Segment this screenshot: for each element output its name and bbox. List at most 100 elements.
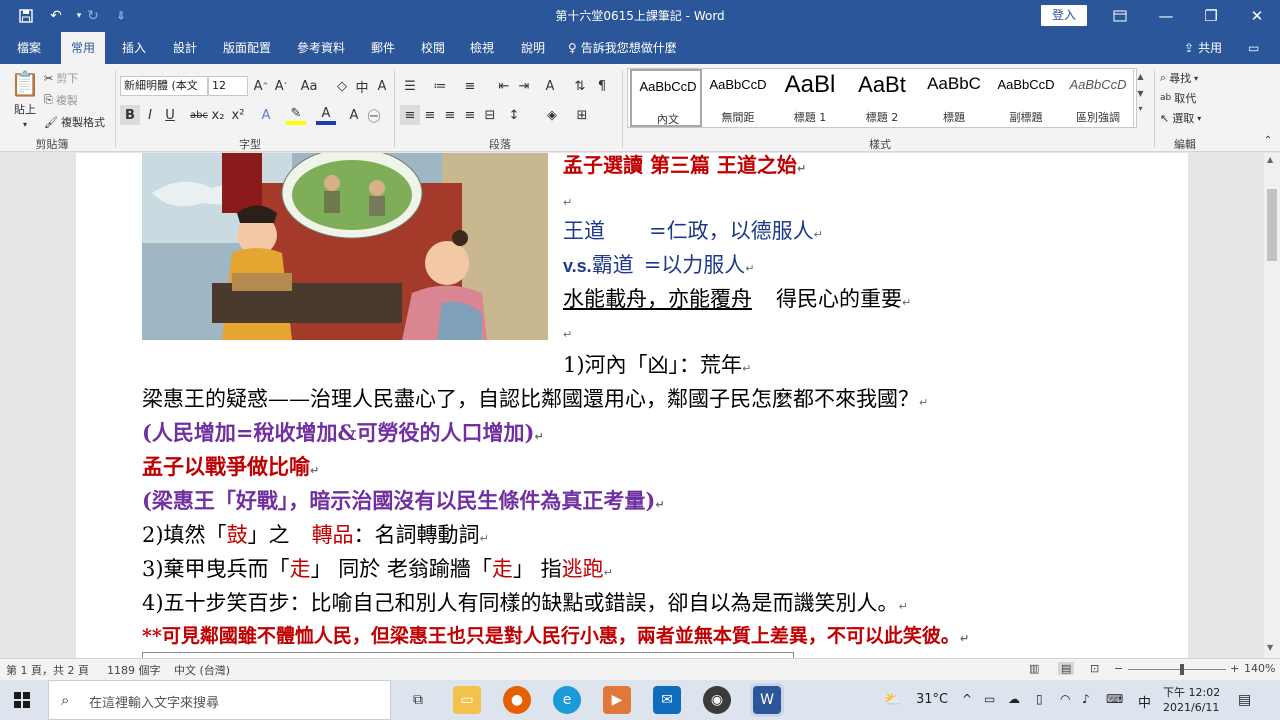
font-color-icon[interactable]: A (316, 105, 336, 125)
file-explorer-icon[interactable]: ▭ (453, 686, 481, 714)
tab-mailings[interactable]: 郵件 (361, 32, 405, 64)
replace-button[interactable]: ab 取代 (1160, 90, 1196, 106)
copy-button[interactable]: ⎘ 複製 (44, 92, 78, 108)
underline-icon[interactable]: U (160, 105, 180, 125)
enclose-char-icon[interactable]: ㊀ (364, 105, 384, 125)
align-center-icon[interactable]: ≡ (420, 105, 440, 125)
word-count[interactable]: 1189 個字 (107, 662, 161, 678)
font-name-combo[interactable]: 新細明體 (本文 (120, 76, 208, 96)
borders-icon[interactable]: ⊞ (572, 105, 592, 125)
onedrive-icon[interactable]: ☁ (1008, 692, 1020, 706)
align-left-icon[interactable]: ≡ (400, 105, 420, 125)
bullets-icon[interactable]: ☰ (400, 76, 420, 96)
tab-references[interactable]: 參考資料 (287, 32, 355, 64)
web-layout-icon[interactable]: ⊡ (1090, 662, 1099, 675)
decrease-indent-icon[interactable]: ⇤ (494, 76, 514, 96)
windows-start-icon[interactable] (14, 692, 30, 711)
page-count[interactable]: 第 1 頁，共 2 頁 (6, 662, 89, 678)
subscript-icon[interactable]: x₂ (208, 105, 228, 125)
justify-icon[interactable]: ≡ (460, 105, 480, 125)
vertical-scrollbar[interactable]: ▲ ▼ (1264, 153, 1280, 658)
zoom-slider[interactable] (1128, 664, 1226, 675)
firefox-icon[interactable]: ● (503, 686, 531, 714)
tell-me-box[interactable]: ♀ 告訴我您想做什麼 (558, 32, 687, 64)
word-taskbar-icon[interactable]: W (753, 686, 781, 714)
italic-icon[interactable]: I (140, 105, 160, 125)
collapse-ribbon-icon[interactable]: ⌃ (1258, 130, 1278, 150)
tab-help[interactable]: 說明 (511, 32, 555, 64)
tab-review[interactable]: 校閱 (411, 32, 455, 64)
style-no-spacing[interactable]: AaBbCcD 無間距 (702, 69, 774, 127)
grow-font-icon[interactable]: A ^ (251, 76, 271, 96)
taskbar-search[interactable]: ⌕ 在這裡輸入文字來搜尋 (48, 680, 391, 720)
scroll-thumb[interactable] (1267, 189, 1277, 261)
find-button[interactable]: ⌕ 尋找 ▾ (1160, 70, 1198, 86)
border-char-icon[interactable]: A (372, 76, 392, 96)
tab-file[interactable]: 檔案 (7, 32, 51, 64)
zoom-out-icon[interactable]: − (1114, 662, 1123, 675)
restore-button[interactable]: ❐ (1188, 0, 1234, 32)
select-button[interactable]: ↖ 選取 ▾ (1160, 110, 1201, 126)
line-spacing-icon[interactable]: ↕ (504, 105, 524, 125)
increase-indent-icon[interactable]: ⇥ (514, 76, 534, 96)
chevron-up-icon[interactable]: ▲ (1134, 72, 1147, 81)
weather-icon[interactable]: ⛅ (884, 692, 901, 708)
notification-icon[interactable]: ▤ (1238, 692, 1251, 708)
numbering-icon[interactable]: ≔ (430, 76, 450, 96)
asian-layout-icon[interactable]: A (540, 76, 560, 96)
style-subtle-emphasis[interactable]: AaBbCcD 區別強調 (1062, 69, 1134, 127)
more-styles-icon[interactable]: ▾ (1134, 104, 1147, 113)
read-mode-icon[interactable]: ▥ (1029, 662, 1039, 675)
align-right-icon[interactable]: ≡ (440, 105, 460, 125)
mail-icon[interactable]: ✉ (653, 686, 681, 714)
edge-icon[interactable]: e (553, 686, 581, 714)
tab-layout[interactable]: 版面配置 (213, 32, 281, 64)
volume-icon[interactable]: ♪ (1082, 692, 1090, 706)
obs-icon[interactable]: ◉ (703, 686, 731, 714)
text-effects-icon[interactable]: A (256, 105, 276, 125)
style-heading-2[interactable]: AaBt 標題 2 (846, 69, 918, 127)
bold-icon[interactable]: B (120, 105, 140, 125)
chevron-up-icon[interactable]: ^ (962, 692, 972, 706)
zoom-in-icon[interactable]: + (1230, 662, 1239, 675)
comments-icon[interactable]: ▭ (1238, 32, 1269, 64)
ribbon-display-icon[interactable] (1097, 0, 1143, 32)
chevron-down-icon[interactable]: ▼ (1267, 643, 1273, 652)
strikethrough-icon[interactable]: abc (189, 105, 209, 125)
change-case-icon[interactable]: Aa (299, 76, 319, 96)
temperature[interactable]: 31°C (916, 692, 948, 707)
highlight-icon[interactable]: ✎ (286, 105, 306, 125)
close-button[interactable]: ✕ (1234, 0, 1280, 32)
sign-in-button[interactable]: 登入 (1041, 5, 1087, 26)
share-button[interactable]: ⇪ 共用 (1174, 32, 1232, 64)
proofing-language[interactable]: 中文 (台灣) (174, 662, 230, 678)
style-normal[interactable]: AaBbCcD 內文 (630, 69, 702, 127)
tab-home[interactable]: 常用 (61, 32, 106, 64)
superscript-icon[interactable]: x² (228, 105, 248, 125)
ime-indicator[interactable]: 中 (1138, 692, 1151, 711)
format-painter-button[interactable]: 🖌 複製格式 (44, 114, 105, 130)
char-shading-icon[interactable]: A (344, 105, 364, 125)
task-view-icon[interactable]: ⧉ (404, 686, 432, 714)
chevron-down-icon[interactable]: ▼ (1134, 89, 1147, 98)
document-page[interactable]: 孟子選讀 第三篇 王道之始↵ ↵ 王道 =仁政，以德服人↵ v.s.霸道 =以力服人… (76, 153, 1188, 658)
tab-design[interactable]: 設計 (163, 32, 207, 64)
zoom-thumb[interactable] (1179, 664, 1184, 675)
print-layout-icon[interactable]: ▤ (1058, 662, 1075, 675)
phonetic-guide-icon[interactable]: 中 (352, 76, 372, 96)
style-heading-1[interactable]: AaBl 標題 1 (774, 69, 846, 127)
multilevel-list-icon[interactable]: ≡ (460, 76, 480, 96)
shrink-font-icon[interactable]: A ˅ (271, 76, 291, 96)
show-marks-icon[interactable]: ¶ (592, 76, 612, 96)
wifi-icon[interactable]: ◠ (1060, 692, 1070, 706)
keyboard-icon[interactable]: ⌨ (1106, 692, 1123, 706)
battery-icon[interactable]: ▭ (984, 692, 995, 706)
clock-time[interactable]: 下午 12:02 (1163, 684, 1220, 700)
tab-insert[interactable]: 插入 (112, 32, 156, 64)
font-size-combo[interactable]: 12 (208, 76, 248, 96)
shading-icon[interactable]: ◈ (542, 105, 562, 125)
minimize-button[interactable]: — (1143, 0, 1189, 32)
distributed-icon[interactable]: ⊟ (480, 105, 500, 125)
clear-format-icon[interactable]: ◇ (332, 76, 352, 96)
zoom-level[interactable]: 140% (1244, 662, 1275, 675)
